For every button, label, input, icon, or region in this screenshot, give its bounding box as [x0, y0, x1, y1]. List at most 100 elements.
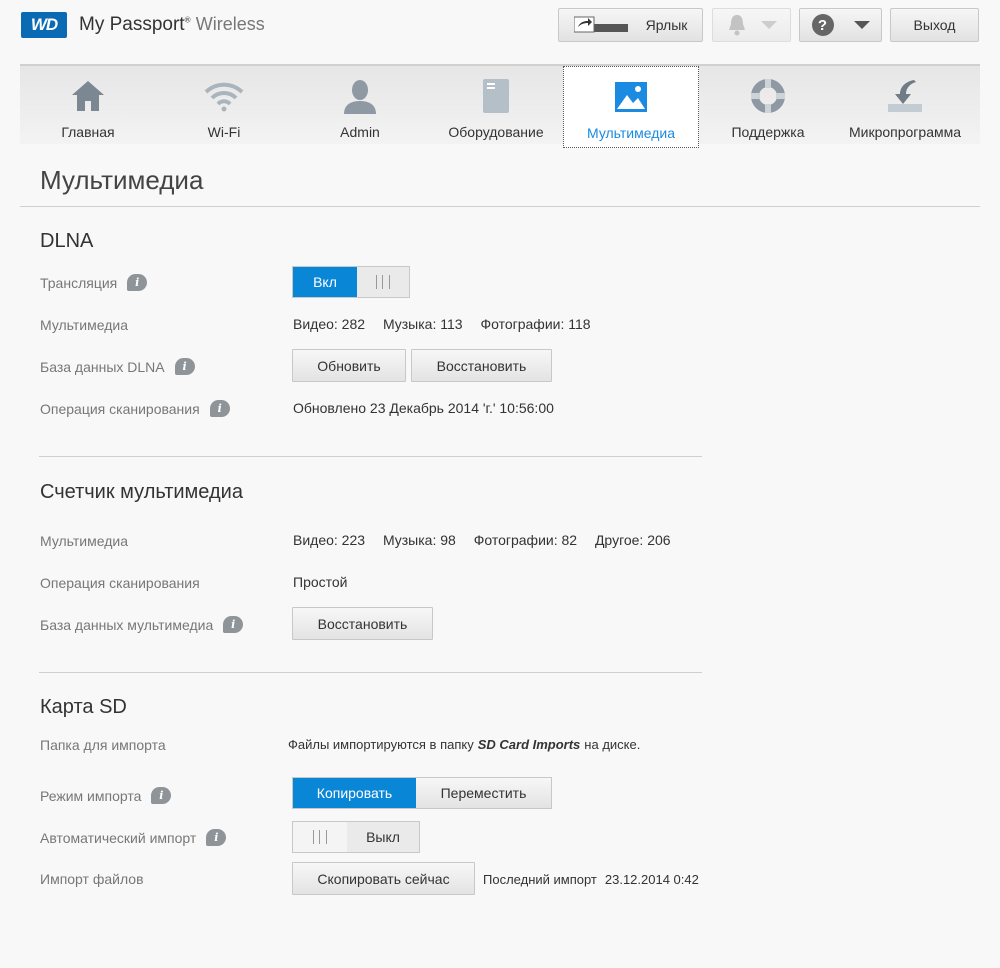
nav-label: Оборудование	[448, 124, 544, 140]
dlna-video-count: Видео: 282	[293, 316, 366, 332]
divider	[39, 672, 702, 673]
nav-hardware[interactable]: Оборудование	[428, 66, 564, 146]
bell-icon	[727, 14, 747, 36]
nav-home[interactable]: Главная	[20, 66, 156, 146]
nav-firmware[interactable]: Микропрограмма	[837, 66, 973, 146]
info-icon[interactable]: i	[206, 829, 227, 846]
label-text: Автоматический импорт	[40, 829, 197, 846]
user-icon	[340, 78, 380, 114]
brand-title: My Passport® Wireless	[79, 14, 265, 36]
info-icon[interactable]: i	[127, 274, 148, 291]
nav-label: Мультимедиа	[587, 125, 675, 141]
dlna-media-counts: Видео: 282 Музыка: 113 Фотографии: 118	[293, 316, 605, 332]
shortcut-button[interactable]: Ярлык	[558, 8, 703, 42]
wifi-icon	[204, 78, 244, 114]
import-folder-label: Папка для импорта	[40, 737, 166, 753]
chevron-down-icon	[760, 21, 777, 29]
nav-label: Главная	[61, 124, 115, 140]
nav-multimedia[interactable]: Мультимедиа	[563, 66, 699, 148]
counter-video-count: Видео: 223	[293, 532, 366, 548]
toggle-on-label: Вкл	[293, 267, 357, 297]
shortcut-label: Ярлык	[645, 17, 688, 33]
toggle-grip	[357, 267, 409, 297]
main-nav: Главная Wi-Fi Admin Оборудование Мультим…	[20, 64, 980, 148]
info-icon[interactable]: i	[209, 400, 230, 417]
nav-label: Admin	[340, 124, 380, 140]
home-icon	[68, 78, 108, 114]
last-import: Последний импорт 23.12.2014 0:42	[483, 872, 713, 887]
label-text: Режим импорта	[40, 787, 142, 804]
folder-text-after: на диске.	[584, 737, 641, 752]
page-title: Мультимедиа	[40, 165, 204, 195]
lifebuoy-icon	[748, 78, 788, 114]
import-folder-text: Файлы импортируются в папку SD Card Impor…	[288, 737, 654, 752]
import-mode-switch[interactable]: Копировать Переместить	[292, 777, 552, 809]
dlna-media-label: Мультимедиа	[40, 317, 128, 333]
label-text: Операция сканирования	[40, 400, 200, 417]
label-text: База данных мультимедиа	[40, 616, 214, 633]
nav-admin[interactable]: Admin	[292, 66, 428, 146]
help-button[interactable]: ?	[799, 8, 882, 42]
nav-label: Микропрограмма	[848, 124, 962, 140]
dlna-db-label: База данных DLNA i	[40, 358, 195, 375]
logout-button[interactable]: Выход	[890, 8, 979, 42]
counter-media-label: Мультимедиа	[40, 533, 128, 549]
import-mode-label: Режим импорта i	[40, 787, 172, 804]
mode-move-option[interactable]: Переместить	[416, 778, 551, 808]
counter-photo-count: Фотографии: 82	[473, 532, 578, 548]
streaming-toggle[interactable]: Вкл	[292, 266, 410, 298]
grip-icon	[313, 830, 327, 844]
info-icon[interactable]: i	[151, 787, 172, 804]
import-files-label: Импорт файлов	[40, 871, 144, 887]
toggle-off-label: Выкл	[347, 822, 419, 852]
dlna-scan-value: Обновлено 23 Декабрь 2014 'г.' 10:56:00	[293, 400, 554, 416]
firmware-download-icon	[885, 78, 925, 114]
divider	[39, 456, 702, 457]
counter-music-count: Музыка: 98	[382, 532, 456, 548]
drive-icon	[476, 78, 516, 114]
copy-now-button[interactable]: Скопировать сейчас	[292, 862, 475, 895]
import-folder-name: SD Card Imports	[477, 737, 581, 752]
counter-scan-label: Операция сканирования	[40, 575, 200, 591]
info-icon[interactable]: i	[223, 616, 244, 633]
brand-registered: ®	[184, 15, 191, 25]
last-import-value: 23.12.2014 0:42	[604, 872, 699, 887]
folder-text-before: Файлы импортируются в папку	[288, 737, 474, 752]
nav-label: Wi-Fi	[207, 124, 241, 140]
help-icon: ?	[811, 14, 834, 36]
brand-sub: Wireless	[195, 14, 265, 34]
counter-scan-value: Простой	[293, 574, 348, 590]
label-text: База данных DLNA	[40, 358, 165, 375]
dlna-photo-count: Фотографии: 118	[480, 316, 591, 332]
brand-main: My Passport	[79, 14, 185, 35]
wd-logo: WD	[21, 12, 67, 38]
counter-restore-button[interactable]: Восстановить	[292, 607, 433, 640]
nav-wifi[interactable]: Wi-Fi	[156, 66, 292, 146]
section-title-sd-card: Карта SD	[40, 696, 127, 718]
nav-support[interactable]: Поддержка	[700, 66, 836, 146]
counter-db-label: База данных мультимедиа i	[40, 616, 244, 633]
dlna-music-count: Музыка: 113	[382, 316, 463, 332]
info-icon[interactable]: i	[174, 358, 195, 375]
alerts-button[interactable]	[712, 8, 791, 42]
label-text: Трансляция	[40, 274, 118, 291]
section-title-media-counter: Счетчик мультимедиа	[40, 481, 243, 503]
refresh-button[interactable]: Обновить	[292, 349, 406, 382]
streaming-label: Трансляция i	[40, 274, 148, 291]
section-title-dlna: DLNA	[40, 230, 94, 252]
dlna-scan-label: Операция сканирования i	[40, 400, 230, 417]
nav-label: Поддержка	[731, 124, 805, 140]
counter-other-count: Другое: 206	[594, 532, 671, 548]
grip-icon	[376, 275, 390, 289]
toggle-grip	[293, 822, 347, 852]
image-icon	[611, 79, 651, 115]
counter-media-counts: Видео: 223 Музыка: 98 Фотографии: 82 Дру…	[293, 532, 685, 548]
mode-copy-option[interactable]: Копировать	[293, 778, 416, 808]
divider	[20, 206, 980, 207]
auto-import-toggle[interactable]: Выкл	[292, 821, 420, 853]
shortcut-icon	[573, 15, 628, 35]
dlna-restore-button[interactable]: Восстановить	[411, 349, 552, 382]
chevron-down-icon	[853, 21, 870, 29]
last-import-label: Последний импорт	[483, 872, 597, 887]
auto-import-label: Автоматический импорт i	[40, 829, 227, 846]
